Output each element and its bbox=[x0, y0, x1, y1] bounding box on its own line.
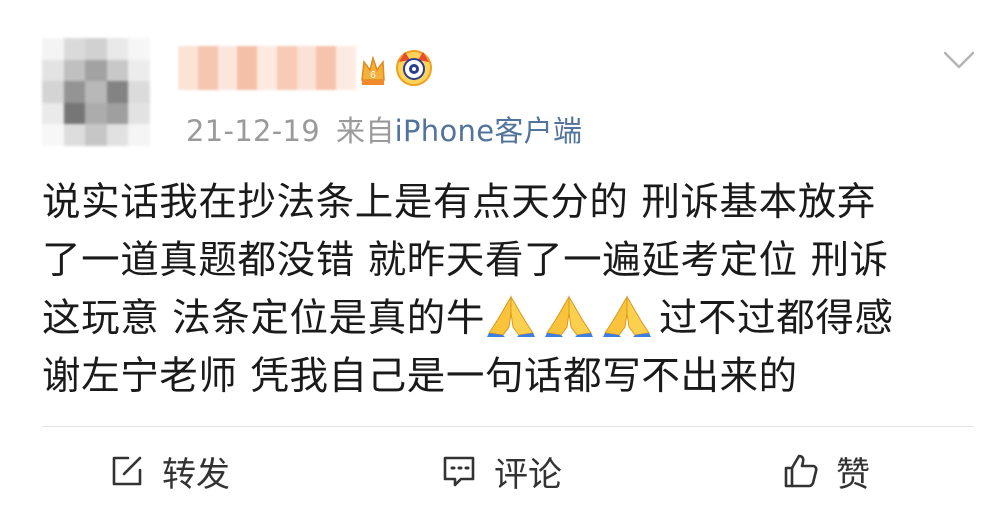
svg-text:6: 6 bbox=[370, 70, 376, 81]
medal-badge-icon[interactable] bbox=[394, 48, 434, 88]
like-label: 赞 bbox=[836, 454, 870, 495]
vip-crown-icon[interactable]: 6 bbox=[358, 50, 388, 88]
avatar[interactable] bbox=[42, 38, 150, 146]
chevron-down-icon[interactable] bbox=[942, 48, 976, 72]
source-link[interactable]: iPhone客户端 bbox=[395, 114, 583, 148]
post-timestamp: 21-12-19 bbox=[186, 114, 321, 148]
weibo-post-card: 6 21-12-19 来自iPhone客户端 说实话我在抄法条上是有点天分的 刑诉… bbox=[0, 0, 998, 523]
username[interactable] bbox=[178, 46, 357, 90]
comment-icon bbox=[443, 456, 475, 487]
comment-button[interactable]: 评论 bbox=[440, 440, 562, 502]
repost-button[interactable]: 转发 bbox=[108, 440, 230, 502]
folded-hands-icon bbox=[602, 295, 651, 337]
content-line: 了一道真题都没错 就昨天看了一遍延考定位 刑诉 bbox=[42, 238, 889, 283]
content-line: 这玩意 法条定位是真的牛 过不过都得感 bbox=[42, 290, 962, 348]
post-content: 说实话我在抄法条上是有点天分的 刑诉基本放弃 了一道真题都没错 就昨天看了一遍延… bbox=[42, 174, 962, 406]
repost-label: 转发 bbox=[162, 454, 230, 495]
folded-hands-icon bbox=[486, 295, 535, 337]
thumbs-up-icon bbox=[784, 454, 818, 488]
action-bar: 转发 评论 赞 bbox=[0, 440, 998, 502]
content-line: 谢左宁老师 凭我自己是一句话都写不出来的 bbox=[42, 354, 798, 399]
post-meta: 21-12-19 来自iPhone客户端 bbox=[186, 108, 582, 150]
divider bbox=[42, 426, 974, 427]
content-line: 说实话我在抄法条上是有点天分的 刑诉基本放弃 bbox=[42, 180, 876, 225]
like-button[interactable]: 赞 bbox=[782, 440, 870, 502]
content-text: 过不过都得感 bbox=[658, 296, 894, 341]
content-text: 这玩意 法条定位是真的牛 bbox=[42, 296, 485, 341]
comment-label: 评论 bbox=[494, 454, 562, 495]
folded-hands-icon bbox=[544, 295, 593, 337]
repost-icon bbox=[112, 456, 142, 486]
source-prefix: 来自 bbox=[336, 114, 395, 148]
